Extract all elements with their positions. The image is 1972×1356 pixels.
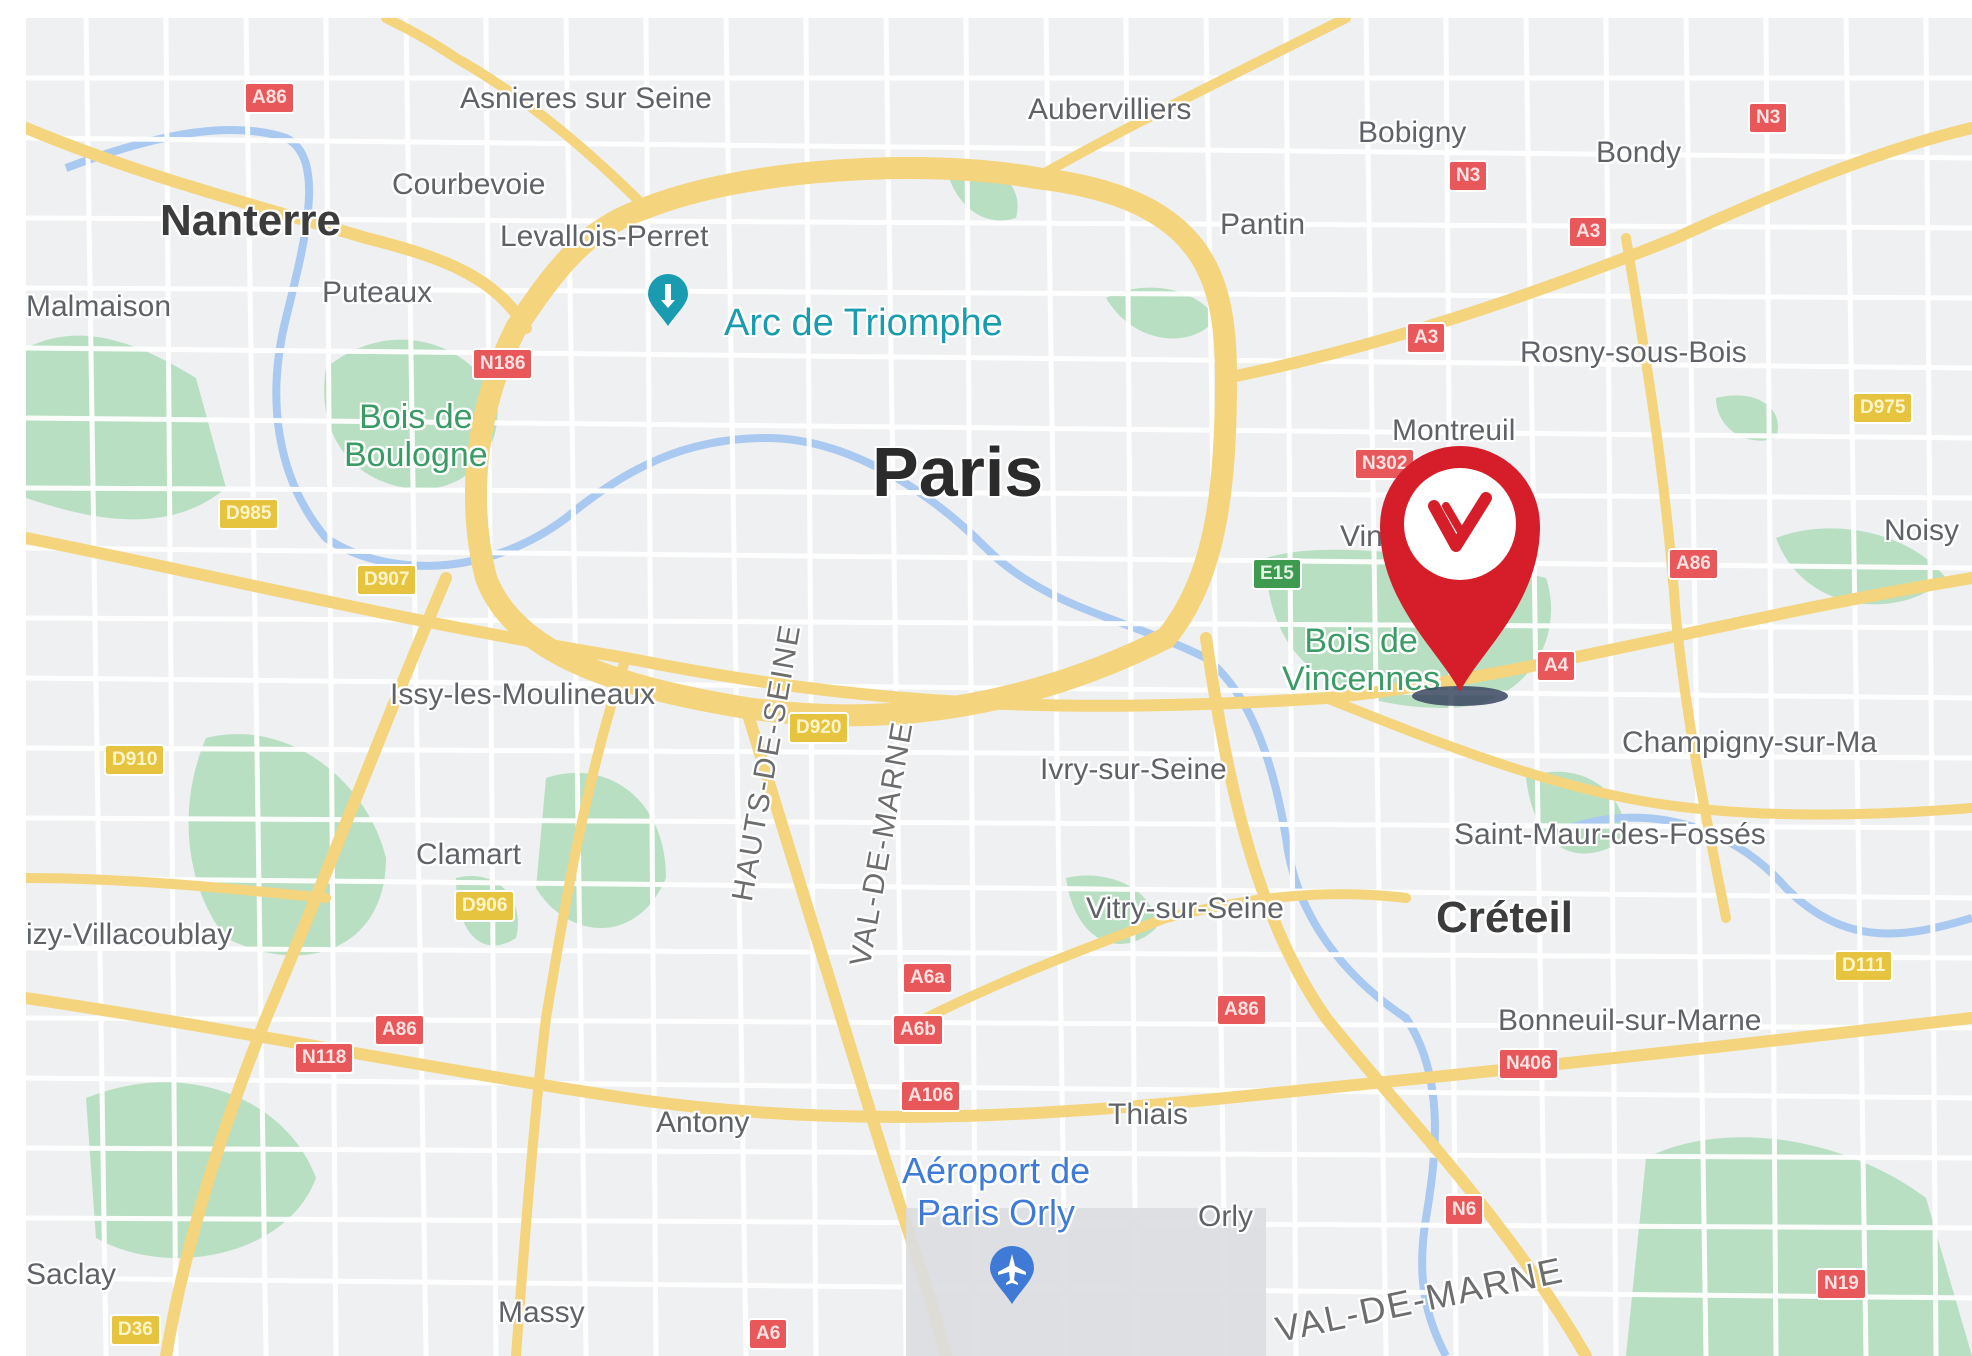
place-saclay: Saclay	[26, 1258, 117, 1291]
place-stmaur: Saint-Maur-des-Fossés	[1454, 818, 1766, 851]
road-shield: A6a	[902, 962, 953, 994]
road-shield: D906	[454, 890, 516, 922]
place-bobigny: Bobigny	[1358, 116, 1467, 149]
place-puteaux: Puteaux	[322, 276, 433, 309]
road-shield: A3	[1406, 322, 1447, 354]
road-shield: D111	[1834, 950, 1894, 982]
place-creteil: Créteil	[1436, 893, 1573, 942]
road-shield: D985	[218, 498, 280, 530]
road-shield: D36	[110, 1314, 161, 1346]
place-noisy: Noisy	[1884, 514, 1960, 547]
monument-pin-icon[interactable]	[646, 274, 690, 328]
place-ivry: Ivry-sur-Seine	[1040, 753, 1227, 786]
place-aubervilliers: Aubervilliers	[1028, 93, 1192, 126]
location-pin-heart-icon[interactable]	[1372, 434, 1548, 714]
city-paris: Paris	[872, 433, 1044, 511]
road-shield: A3	[1568, 216, 1609, 248]
place-velizy: izy-Villacoublay	[26, 918, 233, 951]
road-shield: A6	[748, 1318, 789, 1350]
road-shield: A106	[900, 1080, 962, 1112]
road-shield: D907	[356, 564, 418, 596]
road-shield: A86	[374, 1014, 425, 1046]
poi-orly-airport[interactable]: Aéroport de Paris Orly	[902, 1150, 1090, 1234]
road-shield: N3	[1748, 102, 1789, 134]
airport-pin-icon[interactable]	[988, 1246, 1036, 1306]
place-bondy: Bondy	[1596, 136, 1682, 169]
road-shield: N118	[294, 1042, 355, 1074]
road-shield: N6	[1444, 1194, 1485, 1226]
place-pantin: Pantin	[1220, 208, 1306, 241]
road-shield: N406	[1498, 1048, 1560, 1080]
place-issy: Issy-les-Moulineaux	[390, 678, 656, 711]
road-shield: D920	[788, 712, 850, 744]
road-shield: D975	[1852, 392, 1914, 424]
place-nanterre: Nanterre	[160, 196, 341, 245]
place-courbevoie: Courbevoie	[392, 168, 546, 201]
place-orly: Orly	[1198, 1200, 1253, 1233]
place-asnieres: Asnieres sur Seine	[460, 82, 712, 115]
place-levallois: Levallois-Perret	[500, 220, 709, 253]
place-champigny: Champigny-sur-Ma	[1622, 726, 1878, 759]
road-shield: N3	[1448, 160, 1489, 192]
road-shield: A86	[244, 82, 295, 114]
road-shield: D910	[104, 744, 166, 776]
road-shield: A86	[1216, 994, 1267, 1026]
road-shield: N19	[1816, 1268, 1867, 1300]
road-shield: A86	[1668, 548, 1719, 580]
place-thiais: Thiais	[1108, 1098, 1189, 1131]
place-antony: Antony	[656, 1106, 750, 1139]
place-clamart: Clamart	[416, 838, 522, 871]
map-canvas[interactable]: Nanterre Asnieres sur Seine Aubervillier…	[26, 18, 1972, 1356]
place-malmaison: Malmaison	[26, 290, 172, 323]
place-vitry: Vitry-sur-Seine	[1086, 892, 1284, 925]
place-massy: Massy	[498, 1296, 585, 1329]
road-shield: A6b	[892, 1014, 944, 1046]
road-shield: E15	[1252, 558, 1302, 590]
park-boulogne: Bois de Boulogne	[344, 398, 488, 474]
place-rosny: Rosny-sous-Bois	[1520, 336, 1747, 369]
road-shield: N186	[472, 348, 534, 380]
poi-arc-de-triomphe[interactable]: Arc de Triomphe	[724, 302, 1003, 345]
place-bonneuil: Bonneuil-sur-Marne	[1498, 1004, 1762, 1037]
